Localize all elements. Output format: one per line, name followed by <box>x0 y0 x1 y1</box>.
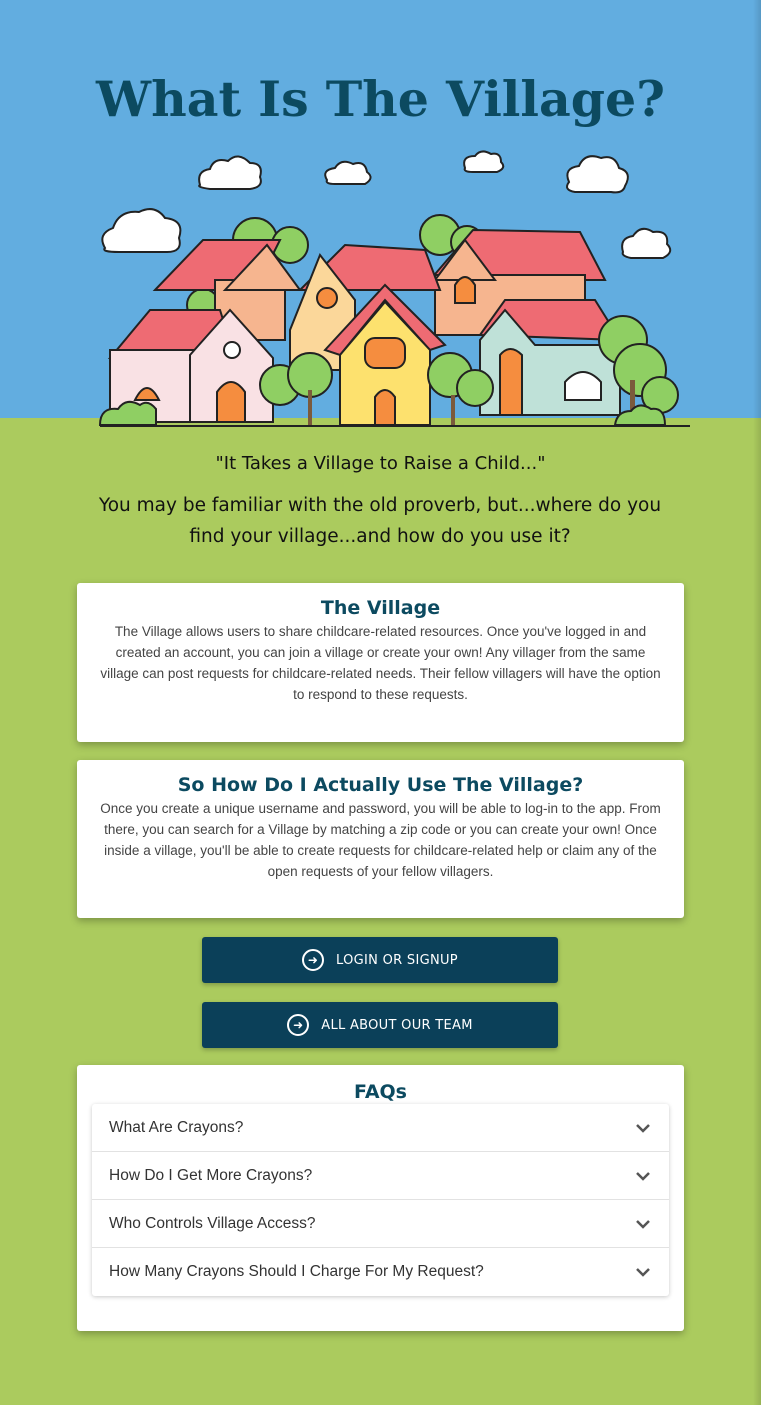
chevron-down-icon <box>636 1219 650 1229</box>
button-label: LOGIN OR SIGNUP <box>336 952 458 968</box>
village-illustration <box>98 150 690 427</box>
the-village-card: The Village The Village allows users to … <box>77 583 684 742</box>
card-body: The Village allows users to share childc… <box>100 624 661 702</box>
faq-title: FAQs <box>354 1081 407 1103</box>
faq-question: Who Controls Village Access? <box>109 1214 316 1232</box>
how-to-use-card: So How Do I Actually Use The Village? On… <box>77 760 684 918</box>
cloud <box>324 160 372 185</box>
login-signup-button[interactable]: ➜ LOGIN OR SIGNUP <box>202 937 558 983</box>
faq-question: How Many Crayons Should I Charge For My … <box>109 1263 484 1280</box>
chevron-down-icon <box>636 1123 650 1133</box>
card-title: So How Do I Actually Use The Village? <box>177 774 584 796</box>
card-title: The Village <box>320 597 441 619</box>
scroll-edge-shadow <box>753 0 761 1405</box>
chevron-down-icon <box>636 1268 650 1277</box>
arrow-circle-right-icon: ➜ <box>302 949 325 971</box>
cloud <box>198 155 262 190</box>
chevron-down-icon <box>636 1171 650 1181</box>
about-team-button[interactable]: ➜ ALL ABOUT OUR TEAM <box>202 1002 558 1048</box>
faq-section: FAQs What Are Crayons? How Do I Get More… <box>77 1065 684 1331</box>
proverb-quote: "It Takes a Village to Raise a Child..." <box>215 453 546 474</box>
cloud <box>566 155 629 194</box>
card-body: Once you create a unique username and pa… <box>100 801 661 879</box>
faq-item-charge-crayons[interactable]: How Many Crayons Should I Charge For My … <box>92 1248 669 1296</box>
faq-question: What Are Crayons? <box>109 1118 244 1136</box>
cloud <box>621 227 672 259</box>
cloud <box>101 208 182 253</box>
button-label: ALL ABOUT OUR TEAM <box>321 1017 473 1033</box>
faq-item-village-access[interactable]: Who Controls Village Access? <box>92 1200 669 1248</box>
faq-accordion: What Are Crayons? How Do I Get More Cray… <box>92 1104 669 1296</box>
faq-item-crayons[interactable]: What Are Crayons? <box>92 1104 669 1152</box>
intro-text: You may be familiar with the old proverb… <box>98 495 662 547</box>
page-title: What Is The Village? <box>96 70 665 128</box>
cloud <box>463 150 505 173</box>
arrow-circle-right-icon: ➜ <box>287 1014 310 1036</box>
faq-item-more-crayons[interactable]: How Do I Get More Crayons? <box>92 1152 669 1200</box>
faq-question: How Do I Get More Crayons? <box>109 1166 313 1184</box>
